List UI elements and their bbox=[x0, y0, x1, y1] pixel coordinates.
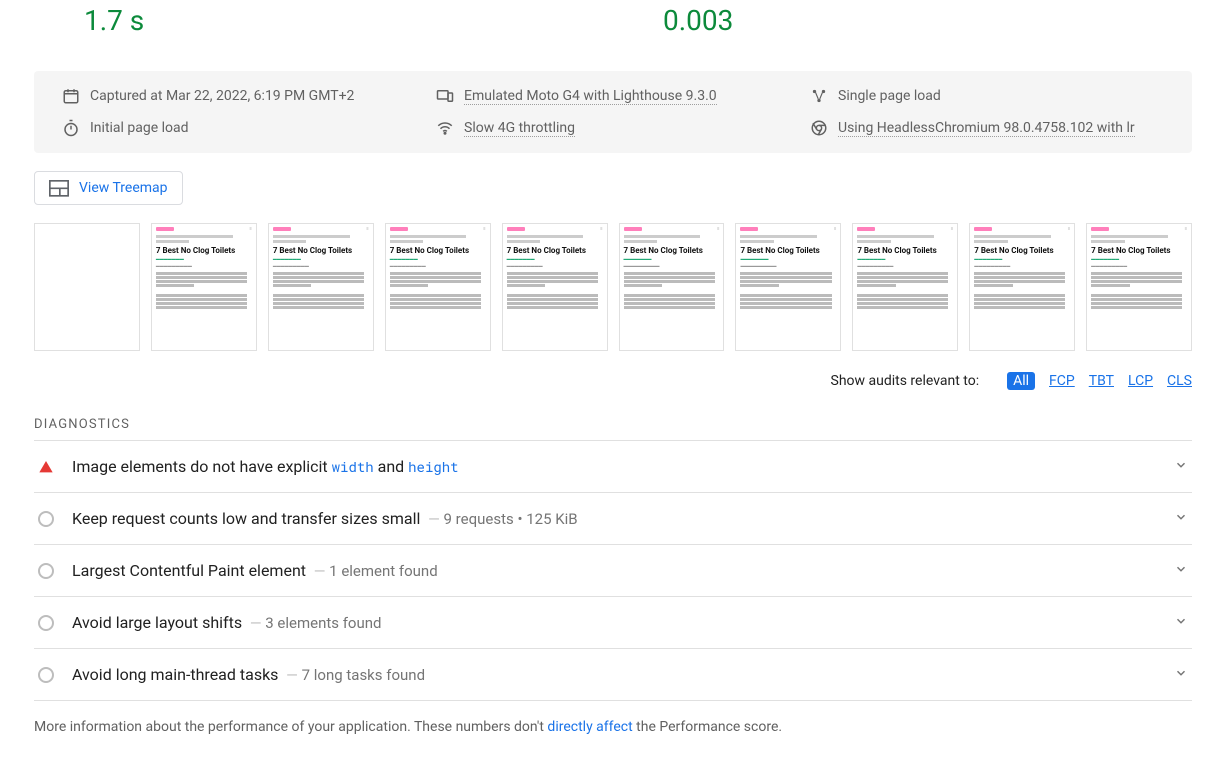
filmstrip-frame[interactable]: ≡7 Best No Clog Toilets▬▬▬▬▬▬▬▬▬▬▬▬▬▬▬▬ bbox=[735, 223, 841, 351]
calendar-icon bbox=[62, 87, 80, 105]
filmstrip-frame[interactable]: ≡7 Best No Clog Toilets▬▬▬▬▬▬▬▬▬▬▬▬▬▬▬▬ bbox=[502, 223, 608, 351]
filmstrip-frame[interactable]: ≡7 Best No Clog Toilets▬▬▬▬▬▬▬▬▬▬▬▬▬▬▬▬ bbox=[852, 223, 958, 351]
env-captured: Captured at Mar 22, 2022, 6:19 PM GMT+2 bbox=[62, 87, 416, 105]
env-loadtype-text: Single page load bbox=[838, 88, 941, 104]
chrome-icon bbox=[810, 119, 828, 137]
info-circle-icon bbox=[38, 667, 54, 683]
env-network-text: Slow 4G throttling bbox=[464, 120, 575, 137]
chevron-down-icon bbox=[1174, 510, 1188, 528]
filter-chip-all[interactable]: All bbox=[1007, 372, 1035, 390]
info-circle-icon bbox=[38, 563, 54, 579]
footnote-pre: More information about the performance o… bbox=[34, 719, 547, 735]
env-loadtype: Single page load bbox=[810, 87, 1164, 105]
wifi-icon bbox=[436, 119, 454, 137]
env-device: Emulated Moto G4 with Lighthouse 9.3.0 bbox=[436, 87, 790, 105]
filmstrip-frame[interactable]: ≡7 Best No Clog Toilets▬▬▬▬▬▬▬▬▬▬▬▬▬▬▬▬ bbox=[385, 223, 491, 351]
footnote-post: the Performance score. bbox=[633, 719, 782, 735]
view-treemap-button[interactable]: View Treemap bbox=[34, 171, 183, 205]
filmstrip: ≡7 Best No Clog Toilets▬▬▬▬▬▬▬▬▬▬▬▬▬▬▬▬≡… bbox=[34, 223, 1192, 351]
warning-triangle-icon bbox=[38, 459, 54, 475]
chevron-down-icon bbox=[1174, 666, 1188, 684]
audit-row[interactable]: Avoid long main-thread tasks7 long tasks… bbox=[34, 649, 1192, 701]
audit-title: Keep request counts low and transfer siz… bbox=[72, 509, 578, 528]
filter-chip-cls[interactable]: CLS bbox=[1167, 373, 1192, 389]
env-captured-text: Captured at Mar 22, 2022, 6:19 PM GMT+2 bbox=[90, 88, 354, 104]
filter-label: Show audits relevant to: bbox=[831, 373, 980, 389]
info-circle-icon bbox=[38, 615, 54, 631]
env-nav: Initial page load bbox=[62, 119, 416, 137]
footnote-link[interactable]: directly affect bbox=[547, 719, 632, 735]
audit-row[interactable]: Keep request counts low and transfer siz… bbox=[34, 493, 1192, 545]
diagnostics-heading: DIAGNOSTICS bbox=[34, 417, 1192, 432]
audit-extra: 3 elements found bbox=[246, 614, 381, 632]
audit-extra: 7 long tasks found bbox=[282, 666, 425, 684]
chevron-down-icon bbox=[1174, 614, 1188, 632]
metric-value-left: 1.7 s bbox=[84, 4, 613, 37]
stopwatch-icon bbox=[62, 119, 80, 137]
hub-icon bbox=[810, 87, 828, 105]
audit-title: Image elements do not have explicit widt… bbox=[72, 457, 459, 476]
view-treemap-label: View Treemap bbox=[79, 180, 168, 196]
audit-extra: 1 element found bbox=[310, 562, 438, 580]
audit-extra: 9 requests • 125 KiB bbox=[424, 510, 577, 528]
filter-chip-fcp[interactable]: FCP bbox=[1049, 373, 1075, 389]
audit-title: Largest Contentful Paint element1 elemen… bbox=[72, 561, 438, 580]
audit-list: Image elements do not have explicit widt… bbox=[34, 440, 1192, 701]
chevron-down-icon bbox=[1174, 458, 1188, 476]
filmstrip-frame[interactable]: ≡7 Best No Clog Toilets▬▬▬▬▬▬▬▬▬▬▬▬▬▬▬▬ bbox=[268, 223, 374, 351]
filmstrip-frame[interactable]: ≡7 Best No Clog Toilets▬▬▬▬▬▬▬▬▬▬▬▬▬▬▬▬ bbox=[969, 223, 1075, 351]
env-device-text: Emulated Moto G4 with Lighthouse 9.3.0 bbox=[464, 88, 717, 105]
filter-chip-lcp[interactable]: LCP bbox=[1128, 373, 1153, 389]
env-nav-text: Initial page load bbox=[90, 120, 189, 136]
audit-row[interactable]: Largest Contentful Paint element1 elemen… bbox=[34, 545, 1192, 597]
env-browser: Using HeadlessChromium 98.0.4758.102 wit… bbox=[810, 119, 1164, 137]
chevron-down-icon bbox=[1174, 562, 1188, 580]
info-circle-icon bbox=[38, 511, 54, 527]
audit-row[interactable]: Avoid large layout shifts3 elements foun… bbox=[34, 597, 1192, 649]
filmstrip-frame[interactable]: ≡7 Best No Clog Toilets▬▬▬▬▬▬▬▬▬▬▬▬▬▬▬▬ bbox=[151, 223, 257, 351]
devices-icon bbox=[436, 87, 454, 105]
audit-row[interactable]: Image elements do not have explicit widt… bbox=[34, 441, 1192, 493]
env-network: Slow 4G throttling bbox=[436, 119, 790, 137]
metrics-row: 1.7 s 0.003 bbox=[34, 0, 1192, 51]
audit-title: Avoid large layout shifts3 elements foun… bbox=[72, 613, 382, 632]
filmstrip-frame[interactable]: ≡7 Best No Clog Toilets▬▬▬▬▬▬▬▬▬▬▬▬▬▬▬▬ bbox=[619, 223, 725, 351]
filmstrip-frame[interactable] bbox=[34, 223, 140, 351]
metric-value-right: 0.003 bbox=[663, 4, 1192, 37]
filter-chip-tbt[interactable]: TBT bbox=[1089, 373, 1114, 389]
environment-panel: Captured at Mar 22, 2022, 6:19 PM GMT+2 … bbox=[34, 71, 1192, 153]
env-browser-text: Using HeadlessChromium 98.0.4758.102 wit… bbox=[838, 120, 1135, 137]
audit-title: Avoid long main-thread tasks7 long tasks… bbox=[72, 665, 425, 684]
diagnostics-footnote: More information about the performance o… bbox=[34, 719, 1192, 735]
treemap-icon bbox=[49, 180, 69, 196]
filmstrip-frame[interactable]: ≡7 Best No Clog Toilets▬▬▬▬▬▬▬▬▬▬▬▬▬▬▬▬ bbox=[1086, 223, 1192, 351]
audit-filter-row: Show audits relevant to: All FCP TBT LCP CLS bbox=[34, 373, 1192, 389]
